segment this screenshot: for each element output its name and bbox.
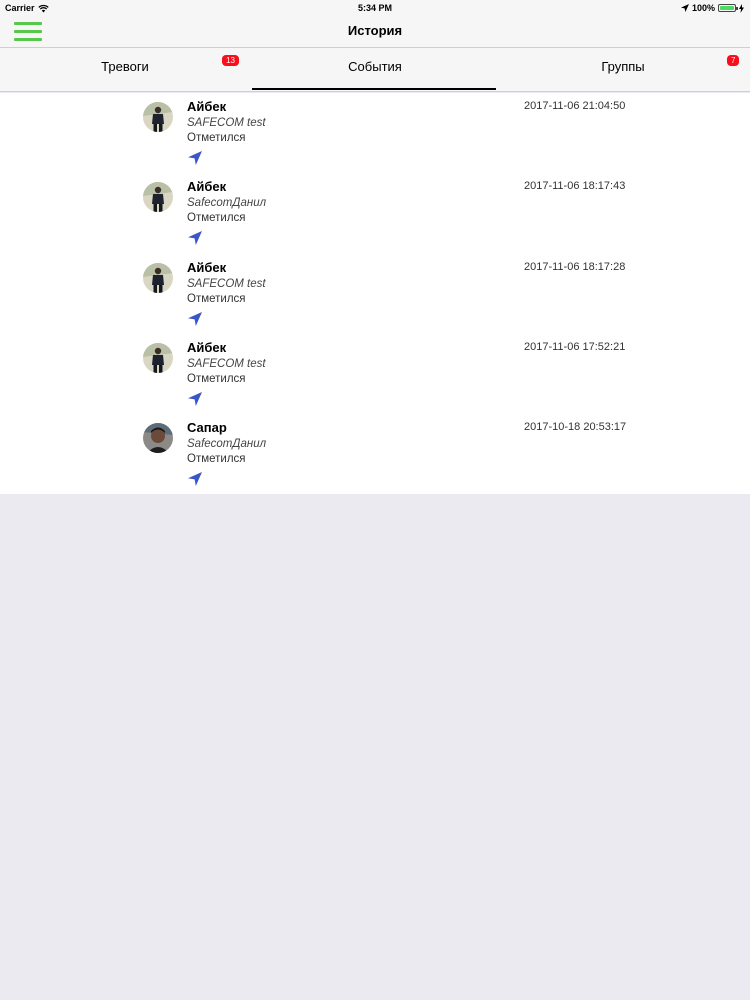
tab-groups[interactable]: Группы 7 bbox=[498, 48, 748, 92]
tab-events-label: События bbox=[348, 59, 402, 74]
event-action: Отметился bbox=[187, 293, 246, 305]
avatar bbox=[143, 182, 173, 212]
list-item[interactable]: Айбек SAFECOM test Отметился 2017-11-06 … bbox=[0, 254, 750, 334]
event-group-name: SAFECOM test bbox=[187, 117, 266, 129]
tab-alarms-label: Тревоги bbox=[101, 59, 149, 74]
battery-percent: 100% bbox=[691, 3, 715, 13]
list-item[interactable]: Сапар SafecomДанил Отметился 2017-10-18 … bbox=[0, 414, 750, 494]
status-right: 100% bbox=[680, 3, 744, 13]
event-timestamp: 2017-11-06 21:04:50 bbox=[524, 100, 626, 112]
event-user-name: Айбек bbox=[187, 340, 227, 355]
nav-bar: История bbox=[0, 16, 750, 47]
event-action: Отметился bbox=[187, 373, 246, 385]
event-group-name: SAFECOM test bbox=[187, 358, 266, 370]
event-user-name: Айбек bbox=[187, 260, 227, 275]
tab-events[interactable]: События bbox=[250, 48, 500, 92]
tab-alarms[interactable]: Тревоги 13 bbox=[0, 48, 250, 92]
location-arrow-icon[interactable] bbox=[187, 471, 203, 487]
event-group-name: SafecomДанил bbox=[187, 438, 267, 450]
list-item[interactable]: Айбек SAFECOM test Отметился 2017-11-06 … bbox=[0, 334, 750, 414]
location-arrow-icon[interactable] bbox=[187, 230, 203, 246]
groups-count-badge: 7 bbox=[727, 55, 740, 66]
segmented-tabs: Тревоги 13 События Группы 7 bbox=[0, 47, 750, 92]
alarms-count-badge: 13 bbox=[222, 55, 239, 66]
event-timestamp: 2017-11-06 17:52:21 bbox=[524, 341, 626, 353]
event-timestamp: 2017-10-18 20:53:17 bbox=[524, 421, 627, 433]
event-user-name: Сапар bbox=[187, 420, 227, 435]
avatar bbox=[143, 423, 173, 453]
event-action: Отметился bbox=[187, 132, 246, 144]
battery-icon bbox=[718, 4, 738, 12]
events-list: Айбек SAFECOM test Отметился 2017-11-06 … bbox=[0, 93, 750, 494]
location-services-icon bbox=[680, 4, 689, 12]
list-item[interactable]: Айбек SafecomДанил Отметился 2017-11-06 … bbox=[0, 173, 750, 253]
location-arrow-icon[interactable] bbox=[187, 150, 203, 166]
event-user-name: Айбек bbox=[187, 179, 227, 194]
event-group-name: SafecomДанил bbox=[187, 197, 267, 209]
location-arrow-icon[interactable] bbox=[187, 391, 203, 407]
location-arrow-icon[interactable] bbox=[187, 311, 203, 327]
event-group-name: SAFECOM test bbox=[187, 278, 266, 290]
status-time: 5:34 PM bbox=[357, 3, 392, 13]
event-action: Отметился bbox=[187, 212, 246, 224]
event-user-name: Айбек bbox=[187, 99, 227, 114]
avatar bbox=[143, 102, 173, 132]
event-action: Отметился bbox=[187, 453, 246, 465]
charging-icon bbox=[739, 3, 744, 13]
event-timestamp: 2017-11-06 18:17:28 bbox=[524, 261, 626, 273]
avatar bbox=[143, 263, 173, 293]
event-timestamp: 2017-11-06 18:17:43 bbox=[524, 180, 626, 192]
page-title: История bbox=[347, 23, 403, 38]
avatar bbox=[143, 343, 173, 373]
list-item[interactable]: Айбек SAFECOM test Отметился 2017-11-06 … bbox=[0, 93, 750, 173]
tab-groups-label: Группы bbox=[601, 59, 645, 74]
status-bar: Carrier 5:34 PM 100% bbox=[0, 0, 750, 16]
